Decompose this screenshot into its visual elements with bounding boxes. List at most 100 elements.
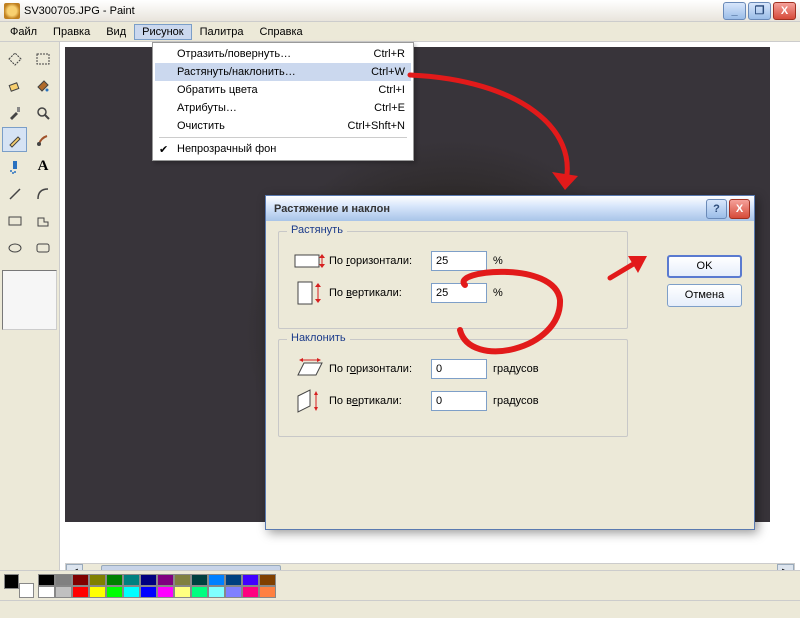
menu-image-dropdown: Отразить/повернуть… Ctrl+R Растянуть/нак… — [152, 42, 414, 161]
color-swatch[interactable] — [123, 574, 140, 586]
menu-item-label: Обратить цвета — [177, 84, 258, 96]
menu-view[interactable]: Вид — [98, 24, 134, 40]
color-swatch[interactable] — [38, 574, 55, 586]
color-swatch[interactable] — [191, 574, 208, 586]
color-palette-bar — [0, 570, 800, 600]
color-swatch[interactable] — [242, 586, 259, 598]
menu-attributes[interactable]: Атрибуты… Ctrl+E — [155, 99, 411, 117]
tool-free-select[interactable] — [2, 46, 27, 71]
tool-picker[interactable] — [2, 100, 27, 125]
color-swatch[interactable] — [72, 574, 89, 586]
stretch-legend: Растянуть — [287, 224, 347, 236]
dialog-title: Растяжение и наклон — [274, 203, 390, 215]
tool-rect[interactable] — [2, 208, 27, 233]
menu-item-label: Отразить/повернуть… — [177, 48, 291, 60]
color-swatch[interactable] — [191, 586, 208, 598]
menu-stretch-skew[interactable]: Растянуть/наклонить… Ctrl+W — [155, 63, 411, 81]
color-swatch[interactable] — [242, 574, 259, 586]
app-icon — [4, 3, 20, 19]
stretch-vert-icon — [289, 280, 329, 306]
skew-vert-unit: градусов — [493, 395, 539, 407]
toolbox: A — [0, 42, 60, 580]
background-color-swatch[interactable] — [19, 583, 34, 598]
menu-item-label: Очистить — [177, 120, 225, 132]
titlebar: SV300705.JPG - Paint _ ❐ X — [0, 0, 800, 22]
menu-clear[interactable]: Очистить Ctrl+Shft+N — [155, 117, 411, 135]
tool-roundrect[interactable] — [31, 235, 56, 260]
color-swatch[interactable] — [55, 574, 72, 586]
menubar: Файл Правка Вид Рисунок Палитра Справка — [0, 22, 800, 42]
color-swatch[interactable] — [208, 574, 225, 586]
color-swatch[interactable] — [174, 574, 191, 586]
color-swatch[interactable] — [157, 586, 174, 598]
menu-invert-colors[interactable]: Обратить цвета Ctrl+I — [155, 81, 411, 99]
color-swatch[interactable] — [123, 586, 140, 598]
color-swatch[interactable] — [140, 586, 157, 598]
skew-horiz-input[interactable] — [431, 359, 487, 379]
stretch-horiz-input[interactable] — [431, 251, 487, 271]
tool-brush[interactable] — [31, 127, 56, 152]
menu-item-shortcut: Ctrl+Shft+N — [348, 120, 405, 132]
color-swatch[interactable] — [89, 574, 106, 586]
tool-ellipse[interactable] — [2, 235, 27, 260]
color-swatch[interactable] — [55, 586, 72, 598]
menu-item-shortcut: Ctrl+I — [378, 84, 405, 96]
color-swatch[interactable] — [38, 586, 55, 598]
tool-eraser[interactable] — [2, 73, 27, 98]
color-swatch[interactable] — [72, 586, 89, 598]
close-button[interactable]: X — [773, 2, 796, 20]
menu-flip-rotate[interactable]: Отразить/повернуть… Ctrl+R — [155, 45, 411, 63]
minimize-button[interactable]: _ — [723, 2, 746, 20]
stretch-vert-unit: % — [493, 287, 503, 299]
color-swatch[interactable] — [106, 586, 123, 598]
tool-polygon[interactable] — [31, 208, 56, 233]
fgbg-swatch[interactable] — [4, 574, 34, 598]
menu-item-label: Атрибуты… — [177, 102, 237, 114]
skew-vert-icon — [289, 388, 329, 414]
tool-zoom[interactable] — [31, 100, 56, 125]
stretch-vert-input[interactable] — [431, 283, 487, 303]
skew-horiz-label: По горизонтали: — [329, 363, 431, 375]
menu-image[interactable]: Рисунок — [134, 24, 192, 40]
stretch-horiz-unit: % — [493, 255, 503, 267]
ok-button[interactable]: OK — [667, 255, 742, 278]
menu-help[interactable]: Справка — [252, 24, 311, 40]
foreground-color-swatch[interactable] — [4, 574, 19, 589]
statusbar — [0, 600, 800, 618]
skew-vert-input[interactable] — [431, 391, 487, 411]
stretch-horiz-label: По горизонтали: — [329, 255, 431, 267]
tool-curve[interactable] — [31, 181, 56, 206]
dialog-help-button[interactable]: ? — [706, 199, 727, 219]
color-swatch[interactable] — [140, 574, 157, 586]
window-title: SV300705.JPG - Paint — [24, 5, 723, 17]
color-swatch[interactable] — [157, 574, 174, 586]
maximize-button[interactable]: ❐ — [748, 2, 771, 20]
skew-horiz-unit: градусов — [493, 363, 539, 375]
color-swatch[interactable] — [174, 586, 191, 598]
stretch-vert-label: По вертикали: — [329, 287, 431, 299]
tool-airbrush[interactable] — [2, 154, 27, 179]
color-swatch[interactable] — [225, 586, 242, 598]
color-swatch[interactable] — [259, 574, 276, 586]
tool-options[interactable] — [2, 270, 57, 330]
menu-item-label: Растянуть/наклонить… — [177, 66, 296, 78]
menu-item-shortcut: Ctrl+W — [371, 66, 405, 78]
tool-pencil[interactable] — [2, 127, 27, 152]
color-swatch[interactable] — [89, 586, 106, 598]
tool-text[interactable]: A — [31, 154, 56, 179]
menu-palette[interactable]: Палитра — [192, 24, 252, 40]
menu-item-shortcut: Ctrl+R — [374, 48, 405, 60]
tool-fill[interactable] — [31, 73, 56, 98]
dialog-close-button[interactable]: X — [729, 199, 750, 219]
color-swatch[interactable] — [208, 586, 225, 598]
color-swatch[interactable] — [225, 574, 242, 586]
tool-line[interactable] — [2, 181, 27, 206]
color-swatch[interactable] — [259, 586, 276, 598]
dialog-titlebar: Растяжение и наклон ? X — [266, 196, 754, 221]
menu-file[interactable]: Файл — [2, 24, 45, 40]
menu-opaque-bg[interactable]: ✔ Непрозрачный фон — [155, 140, 411, 158]
tool-rect-select[interactable] — [31, 46, 56, 71]
cancel-button[interactable]: Отмена — [667, 284, 742, 307]
color-swatch[interactable] — [106, 574, 123, 586]
menu-edit[interactable]: Правка — [45, 24, 98, 40]
